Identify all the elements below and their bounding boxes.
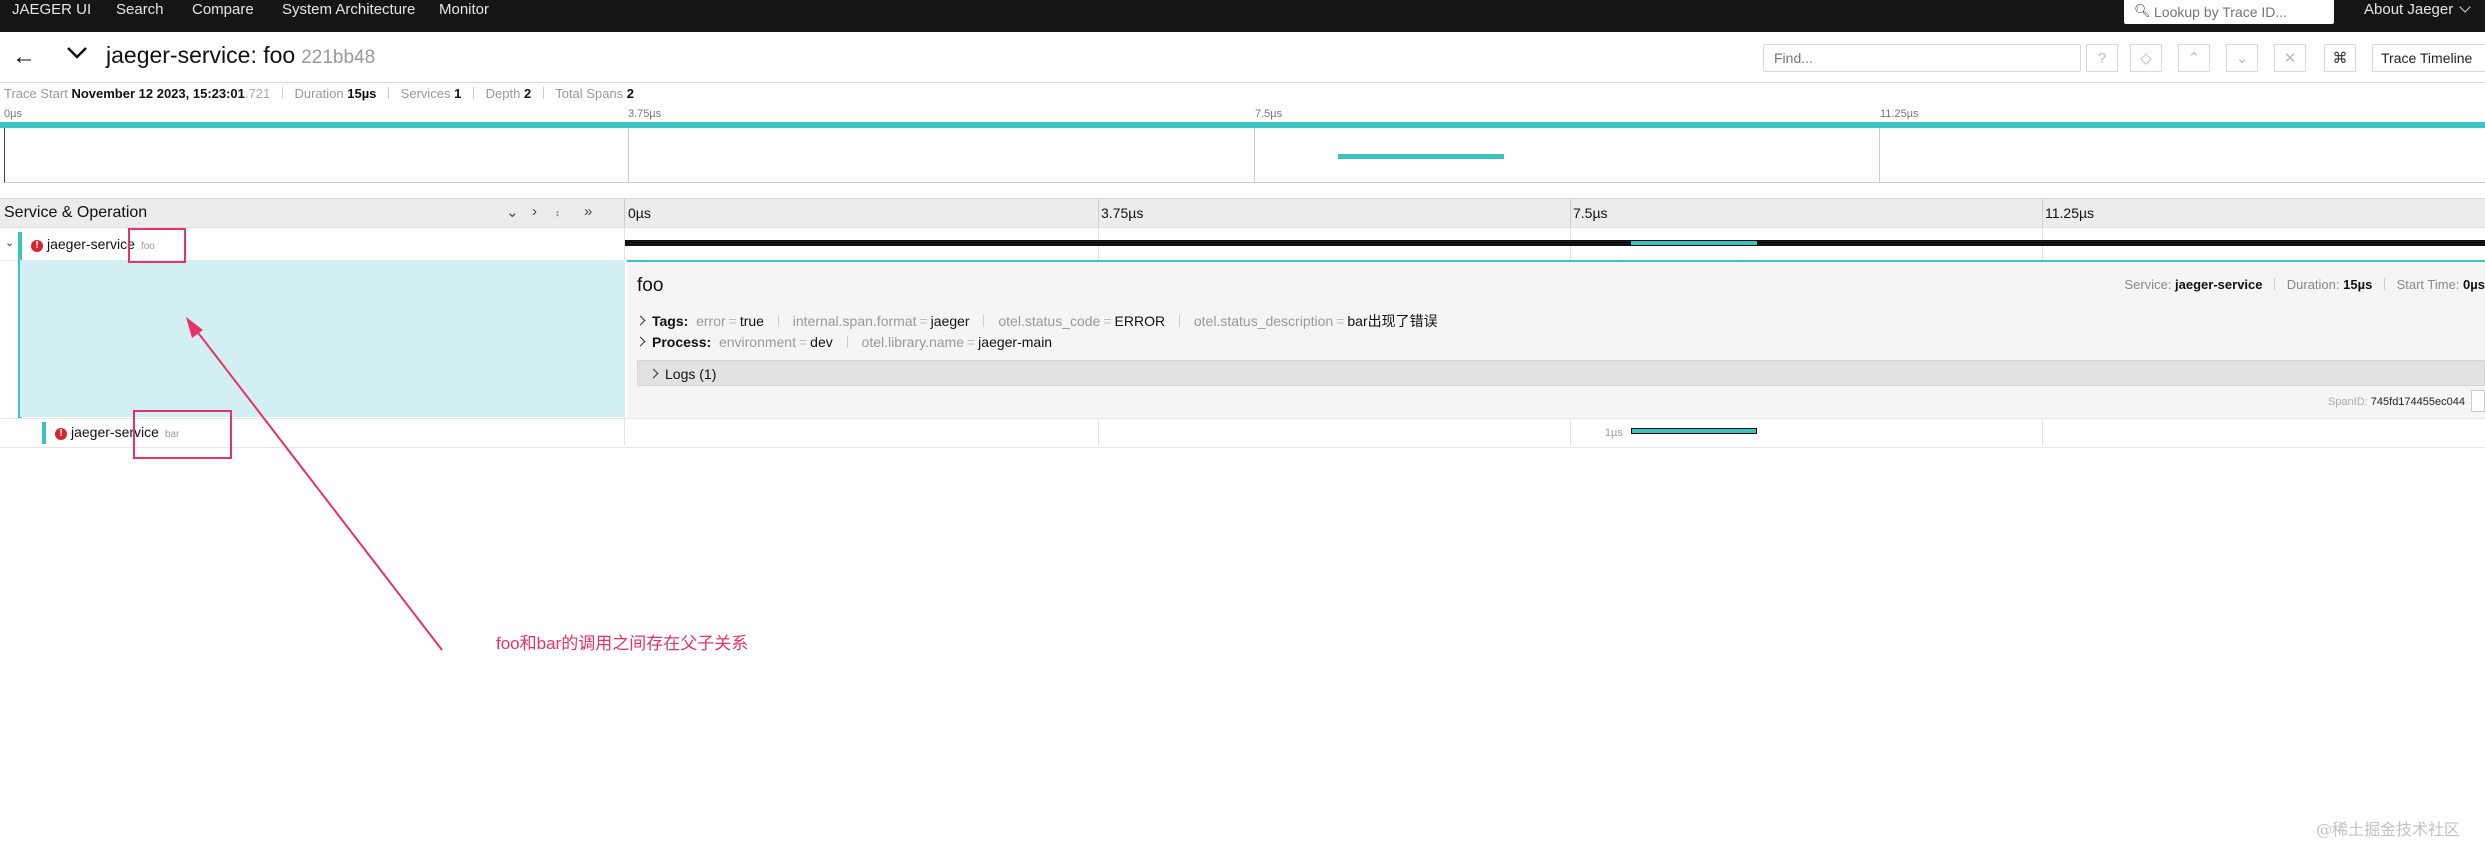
annotation-arrow (186, 317, 443, 651)
watermark: @稀土掘金技术社区 (2316, 820, 2461, 839)
annotation-text: foo和bar的调用之间存在父子关系 (496, 634, 749, 653)
